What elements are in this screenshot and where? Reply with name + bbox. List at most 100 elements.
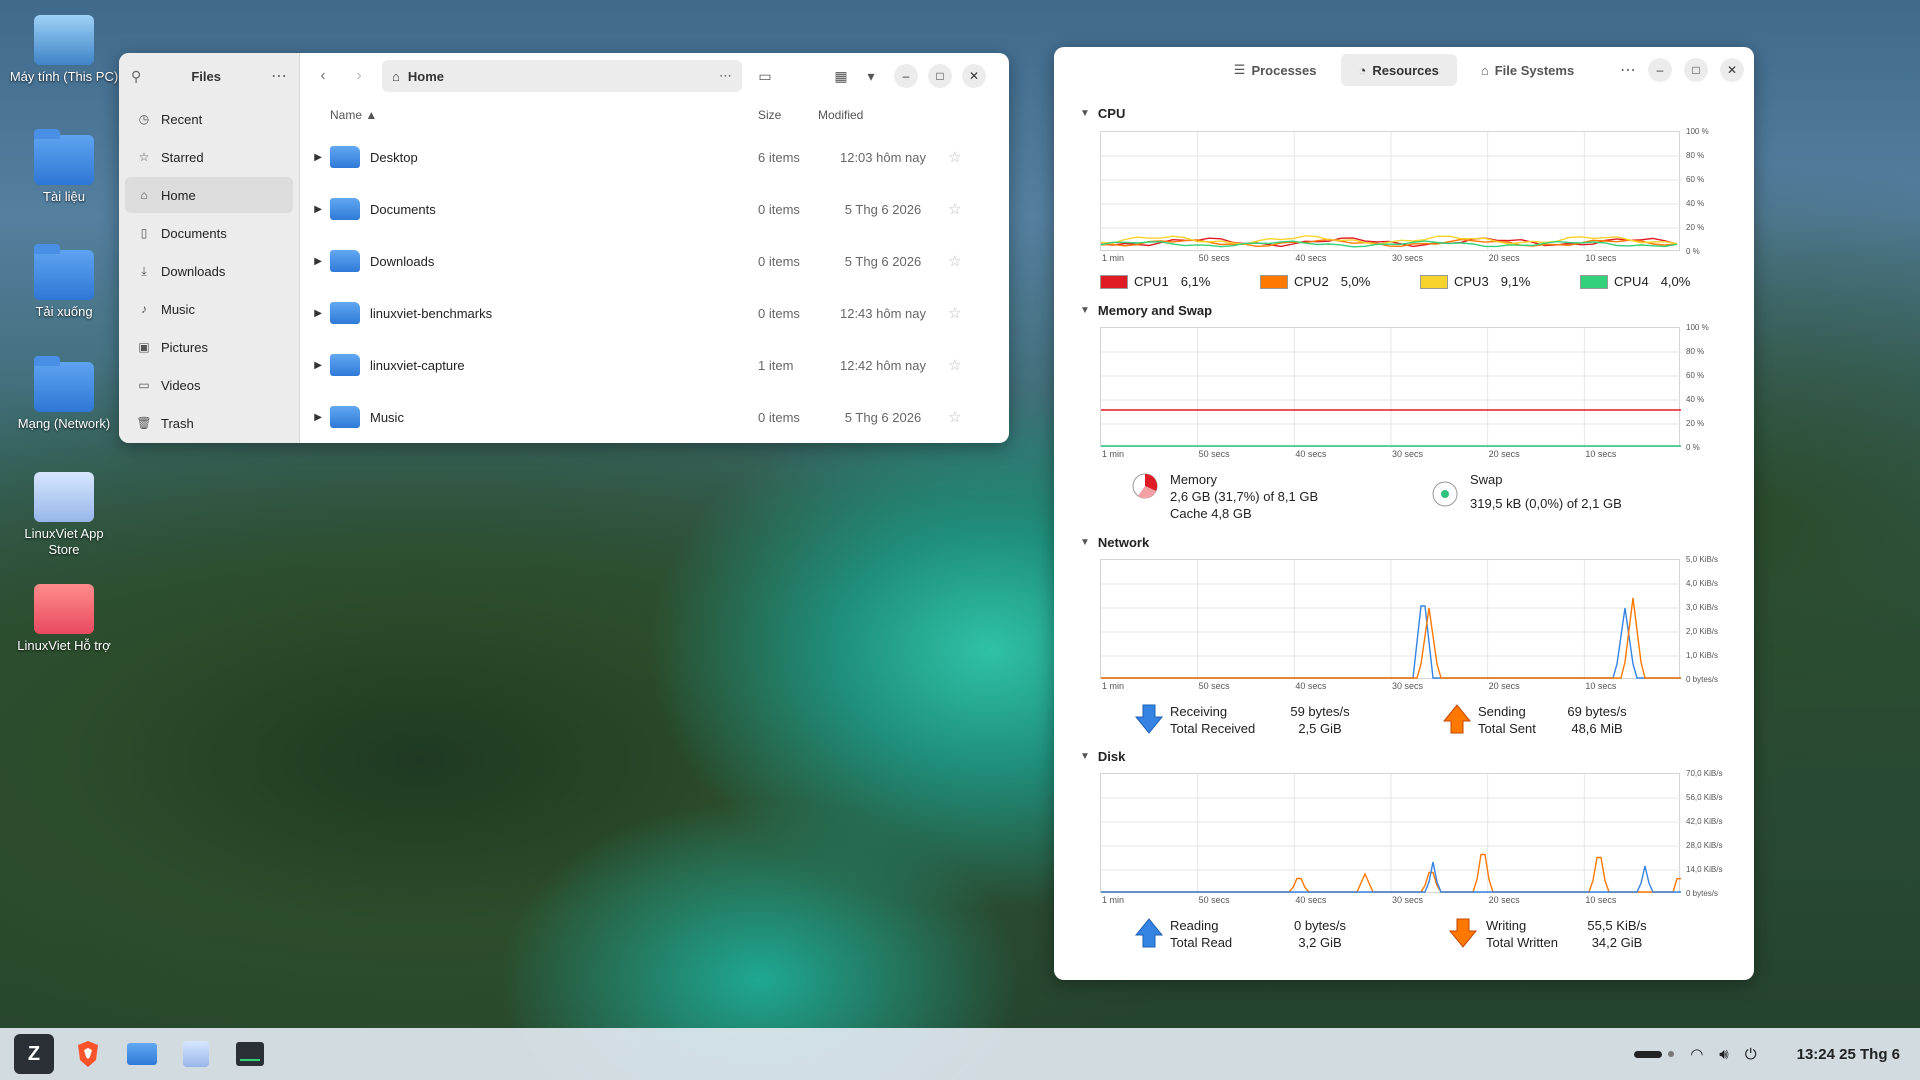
files-app-icon[interactable] <box>122 1034 162 1074</box>
sidebar-item-label: Music <box>161 301 195 317</box>
expand-arrow-icon[interactable]: ▶ <box>300 152 330 163</box>
expand-arrow-icon[interactable]: ▶ <box>300 360 330 371</box>
desktop-icon-network[interactable]: Mạng (Network) <box>9 356 119 432</box>
cpu-legend-item[interactable]: CPU1 6,1% <box>1100 274 1210 289</box>
home-icon: ⌂ <box>392 68 400 84</box>
star-icon[interactable]: ☆ <box>948 304 968 322</box>
cpu-value: 6,1% <box>1180 274 1211 289</box>
desktop-icon-label: Tải xuống <box>35 304 93 319</box>
desktop-icon-this-pc[interactable]: Máy tính (This PC) <box>9 15 119 85</box>
column-name[interactable]: Name ▲ <box>330 108 758 122</box>
desktop-icon-downloads[interactable]: Tải xuống <box>9 244 119 320</box>
sidebar-item-home[interactable]: ⌂ Home <box>125 177 293 213</box>
desktop-icon-help[interactable]: LinuxViet Hỗ trợ <box>9 584 119 654</box>
sidebar-item-trash[interactable]: 🗑︎ Trash <box>125 405 293 441</box>
back-button[interactable]: ‹ <box>310 63 336 89</box>
desktop-icon-documents[interactable]: Tài liệu <box>9 129 119 205</box>
color-swatch[interactable] <box>1580 274 1608 289</box>
total-sent-value: 48,6 MiB <box>1571 721 1623 736</box>
desktop-icon-app-store[interactable]: LinuxViet App Store <box>9 472 119 558</box>
sidebar-item-downloads[interactable]: ⤓ Downloads <box>125 253 293 289</box>
maximize-button[interactable]: □ <box>1684 58 1708 82</box>
menu-icon[interactable]: ⋯ <box>271 66 287 86</box>
sidebar-item-music[interactable]: ♪ Music <box>125 291 293 327</box>
expand-arrow-icon[interactable]: ▶ <box>300 204 330 215</box>
workspace-indicator-icon[interactable] <box>1634 1050 1675 1058</box>
view-options-chevron-down-icon[interactable]: ▾ <box>864 63 878 89</box>
tab-processes[interactable]: ☰ Processes <box>1216 54 1335 86</box>
sidebar-item-documents[interactable]: ▯ Documents <box>125 215 293 251</box>
cpu-legend-item[interactable]: CPU2 5,0% <box>1260 274 1370 289</box>
y-axis-label: 60 % <box>1686 175 1705 184</box>
file-row[interactable]: ▶ linuxviet-capture 1 item 12:42 hôm nay ☆ <box>300 339 1009 391</box>
sidebar-item-label: Recent <box>161 111 203 127</box>
color-swatch[interactable] <box>1420 274 1448 289</box>
sidebar-item-videos[interactable]: ▭ Videos <box>125 367 293 403</box>
y-axis-label: 56,0 KiB/s <box>1686 793 1723 802</box>
expand-arrow-icon[interactable]: ▶ <box>300 308 330 319</box>
x-axis-label: 1 min <box>1102 895 1125 905</box>
software-store-icon[interactable] <box>176 1034 216 1074</box>
grid-view-icon[interactable]: ▦ <box>828 63 854 89</box>
system-monitor-app-icon[interactable] <box>230 1034 270 1074</box>
close-button[interactable]: ✕ <box>1720 58 1744 82</box>
new-folder-icon[interactable]: ▭ <box>752 63 778 89</box>
star-icon[interactable]: ☆ <box>948 408 968 426</box>
folder-icon <box>330 198 360 220</box>
minimize-button[interactable]: – <box>894 64 918 88</box>
maximize-button[interactable]: □ <box>928 64 952 88</box>
y-axis-label: 20 % <box>1686 419 1705 428</box>
tab-file-systems[interactable]: ⌂ File Systems <box>1463 54 1592 86</box>
color-swatch[interactable] <box>1260 274 1288 289</box>
forward-button[interactable]: › <box>346 63 372 89</box>
file-row[interactable]: ▶ Documents 0 items 5 Thg 6 2026 ☆ <box>300 183 1009 235</box>
sidebar-title: Files <box>191 68 221 84</box>
memory-section-toggle[interactable]: ▼ Memory and Swap <box>1080 303 1212 318</box>
star-icon[interactable]: ☆ <box>948 252 968 270</box>
x-axis-label: 50 secs <box>1198 895 1230 905</box>
power-icon[interactable]: ⏻ <box>1745 1046 1757 1063</box>
expand-arrow-icon[interactable]: ▶ <box>300 412 330 423</box>
tab-resources[interactable]: ◔ Resources <box>1340 54 1457 86</box>
document-icon: ▯ <box>140 226 148 240</box>
sidebar-item-pictures[interactable]: ▣ Pictures <box>125 329 293 365</box>
minimize-button[interactable]: – <box>1648 58 1672 82</box>
star-icon[interactable]: ☆ <box>948 200 968 218</box>
search-icon[interactable]: ⚲ <box>131 68 141 85</box>
column-modified[interactable]: Modified <box>818 108 948 122</box>
x-axis-label: 1 min <box>1102 253 1125 263</box>
download-icon: ⤓ <box>141 263 147 278</box>
wifi-icon[interactable]: ◠ <box>1690 1045 1703 1063</box>
sidebar-item-starred[interactable]: ☆ Starred <box>125 139 293 175</box>
file-row[interactable]: ▶ linuxviet-benchmarks 0 items 12:43 hôm na… <box>300 287 1009 339</box>
expand-arrow-icon[interactable]: ▶ <box>300 256 330 267</box>
menu-icon[interactable]: ⋯ <box>1620 60 1636 80</box>
star-icon[interactable]: ☆ <box>948 356 968 374</box>
cpu-name: CPU4 <box>1614 274 1649 289</box>
reading-label: Reading <box>1170 918 1219 933</box>
x-axis-label: 20 secs <box>1488 449 1520 459</box>
file-row[interactable]: ▶ Music 0 items 5 Thg 6 2026 ☆ <box>300 391 1009 443</box>
file-row[interactable]: ▶ Downloads 0 items 5 Thg 6 2026 ☆ <box>300 235 1009 287</box>
close-button[interactable]: ✕ <box>962 64 986 88</box>
star-icon[interactable]: ☆ <box>948 148 968 166</box>
brave-browser-icon[interactable] <box>68 1034 108 1074</box>
desktop-icon-label: Máy tính (This PC) <box>9 69 119 84</box>
cpu-legend-item[interactable]: CPU3 9,1% <box>1420 274 1530 289</box>
x-axis-label: 30 secs <box>1392 895 1424 905</box>
path-menu-icon[interactable]: ⋯ <box>719 68 732 84</box>
sidebar-item-recent[interactable]: ◷ Recent <box>125 101 293 137</box>
network-section-toggle[interactable]: ▼ Network <box>1080 535 1149 550</box>
volume-icon[interactable]: 🔊︎ <box>1719 1046 1728 1063</box>
zorin-menu-icon[interactable]: Z <box>14 1034 54 1074</box>
column-size[interactable]: Size <box>758 108 818 122</box>
drive-icon: ⌂ <box>1480 62 1489 78</box>
path-bar[interactable]: ⌂ Home ⋯ <box>382 60 742 92</box>
cpu-legend-item[interactable]: CPU4 4,0% <box>1580 274 1690 289</box>
cpu-section-toggle[interactable]: ▼ CPU <box>1080 106 1125 121</box>
color-swatch[interactable] <box>1100 274 1128 289</box>
disk-section-toggle[interactable]: ▼ Disk <box>1080 749 1125 764</box>
total-written-label: Total Written <box>1486 935 1559 950</box>
file-row[interactable]: ▶ Desktop 6 items 12:03 hôm nay ☆ <box>300 131 1009 183</box>
clock[interactable]: 13:24 25 Thg 6 <box>1797 1046 1900 1063</box>
